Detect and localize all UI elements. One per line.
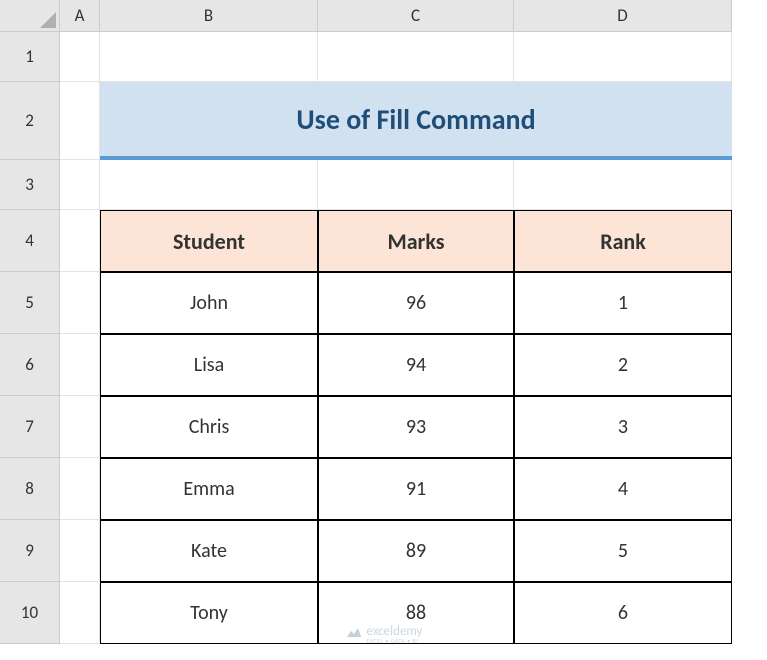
row-header-10[interactable]: 10: [0, 582, 60, 644]
row-header-2[interactable]: 2: [0, 82, 60, 160]
col-header-C[interactable]: C: [318, 0, 514, 32]
row-header-9[interactable]: 9: [0, 520, 60, 582]
cell-C1[interactable]: [318, 32, 514, 82]
table-row[interactable]: 91: [318, 458, 514, 520]
cell-D1[interactable]: [514, 32, 732, 82]
cell-D3[interactable]: [514, 160, 732, 210]
table-row[interactable]: 3: [514, 396, 732, 458]
watermark: exceldemy EXCEL • DATA • BI: [345, 623, 423, 645]
cell-A6[interactable]: [60, 334, 100, 396]
table-row[interactable]: John: [100, 272, 318, 334]
col-header-D[interactable]: D: [514, 0, 732, 32]
table-row[interactable]: Kate: [100, 520, 318, 582]
cell-A3[interactable]: [60, 160, 100, 210]
table-header-rank[interactable]: Rank: [514, 210, 732, 272]
table-row[interactable]: Tony: [100, 582, 318, 644]
cell-A5[interactable]: [60, 272, 100, 334]
cell-A1[interactable]: [60, 32, 100, 82]
table-row[interactable]: 2: [514, 334, 732, 396]
cell-A10[interactable]: [60, 582, 100, 644]
table-row[interactable]: 93: [318, 396, 514, 458]
watermark-text: exceldemy EXCEL • DATA • BI: [367, 625, 423, 644]
watermark-brand: exceldemy: [367, 625, 423, 638]
row-header-1[interactable]: 1: [0, 32, 60, 82]
cell-A8[interactable]: [60, 458, 100, 520]
select-all-triangle-icon: [40, 12, 56, 28]
table-row[interactable]: Chris: [100, 396, 318, 458]
table-row[interactable]: 94: [318, 334, 514, 396]
table-header-marks[interactable]: Marks: [318, 210, 514, 272]
cell-C3[interactable]: [318, 160, 514, 210]
watermark-tagline: EXCEL • DATA • BI: [367, 638, 423, 644]
table-header-student[interactable]: Student: [100, 210, 318, 272]
cell-A9[interactable]: [60, 520, 100, 582]
cell-A4[interactable]: [60, 210, 100, 272]
cell-A7[interactable]: [60, 396, 100, 458]
cell-B3[interactable]: [100, 160, 318, 210]
table-row[interactable]: Emma: [100, 458, 318, 520]
col-header-A[interactable]: A: [60, 0, 100, 32]
table-row[interactable]: 1: [514, 272, 732, 334]
row-header-3[interactable]: 3: [0, 160, 60, 210]
cell-A2[interactable]: [60, 82, 100, 160]
row-header-4[interactable]: 4: [0, 210, 60, 272]
select-all-corner[interactable]: [0, 0, 60, 32]
table-row[interactable]: Lisa: [100, 334, 318, 396]
watermark-logo-icon: [345, 623, 363, 645]
table-row[interactable]: 6: [514, 582, 732, 644]
table-row[interactable]: 5: [514, 520, 732, 582]
row-header-7[interactable]: 7: [0, 396, 60, 458]
title-cell[interactable]: Use of Fill Command: [100, 82, 732, 160]
table-row[interactable]: 89: [318, 520, 514, 582]
cell-B1[interactable]: [100, 32, 318, 82]
table-row[interactable]: 4: [514, 458, 732, 520]
row-header-6[interactable]: 6: [0, 334, 60, 396]
row-header-5[interactable]: 5: [0, 272, 60, 334]
table-row[interactable]: 96: [318, 272, 514, 334]
row-header-8[interactable]: 8: [0, 458, 60, 520]
col-header-B[interactable]: B: [100, 0, 318, 32]
spreadsheet-grid: A B C D 1 2 Use of Fill Command 3 4 Stud…: [0, 0, 767, 644]
